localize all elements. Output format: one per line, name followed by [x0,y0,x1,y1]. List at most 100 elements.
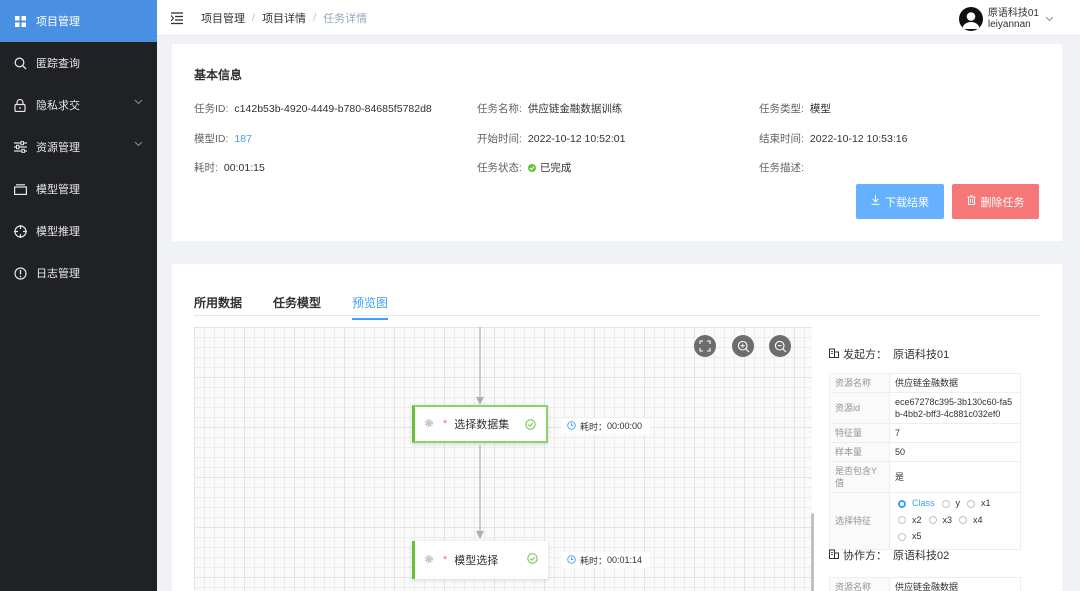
user-menu[interactable]: 原语科技01 leiyannan [958,7,1054,31]
task-name-field: 任务名称: 供应链金融数据训练 [477,101,622,116]
sidebar-item-project-management[interactable]: 项目管理 [0,0,157,42]
flow-node-select-dataset[interactable]: * 选择数据集 [412,405,548,443]
collaborator-resource-table: 资源名称 供应链金融数据 [829,577,1021,591]
top-header: 项目管理 / 项目详情 / 任务详情 原语科技01 leiyannan [157,0,1080,36]
initiator-resource-table: 资源名称 供应链金融数据 资源id ece67278c395-3b130c60-fa… [829,373,1021,550]
clock-icon [567,554,576,566]
radio-label: x1 [981,498,991,508]
sliders-icon [13,140,27,154]
sidebar-item-private-intersection[interactable]: 隐私求交 [0,84,157,126]
feature-radio-class[interactable]: Class [898,496,935,511]
zoom-out-button[interactable] [769,335,791,357]
status-label: 任务状态: [477,162,522,174]
zoom-in-button[interactable] [732,335,754,357]
tab-used-data[interactable]: 所用数据 [194,294,242,320]
model-id-field: 模型ID: 187 [194,131,252,146]
zoom-out-icon [774,340,786,352]
grid-icon [13,14,27,28]
timer-value: 00:00:00 [607,421,643,431]
sidebar-item-label: 隐私求交 [36,100,80,112]
task-type-value: 模型 [809,103,831,115]
model-id-label: 模型ID: [194,133,229,145]
table-row: 是否包含Y值是 [829,461,1021,493]
canvas-scrollbar[interactable] [811,513,814,591]
sidebar-item-resource-management[interactable]: 资源管理 [0,126,157,168]
lock-icon [13,98,27,112]
feature-radio-x1[interactable]: x1 [967,496,991,511]
task-id-value: c142b53b-4920-4449-b780-84685f5782d8 [234,103,432,115]
sidebar-item-model-management[interactable]: 模型管理 [0,168,157,210]
chevron-down-icon [1045,16,1054,22]
node-label: 选择数据集 [454,419,510,431]
radio-icon [898,532,906,541]
description-field: 任务描述: [759,160,804,175]
duration-value: 00:01:15 [223,162,265,174]
search-icon [13,56,27,70]
feature-radio-x4[interactable]: x4 [959,513,983,528]
section-title: 基本信息 [194,68,243,82]
table-key: 选择特征 [829,492,890,550]
status-field: 任务状态: 已完成 [477,160,571,175]
radio-icon [928,516,937,524]
task-name-label: 任务名称: [477,103,522,115]
sidebar-item-hidden-query[interactable]: 匿踪查询 [0,42,157,84]
download-label: 下载结果 [885,196,929,209]
required-mark: * [443,418,448,430]
collaborator-label: 协作方： [843,550,887,562]
fullscreen-button[interactable] [694,335,716,357]
delete-task-button[interactable]: 删除任务 [952,184,1039,219]
end-time-label: 结束时间: [759,133,804,145]
user-org: 原语科技01 [987,8,1039,19]
table-key: 特征量 [829,423,890,443]
tab-task-model[interactable]: 任务模型 [273,294,321,320]
fullscreen-icon [699,340,711,352]
trash-icon [967,195,976,208]
sidebar-item-label: 资源管理 [36,142,80,154]
radio-label: x3 [942,514,953,525]
sidebar: 项目管理 匿踪查询 隐私求交 资源管理 模型管理 模型推理 日志管理 [0,0,157,591]
breadcrumb-item[interactable]: 项目管理 [201,10,245,26]
radio-icon [967,499,976,508]
start-time-label: 开始时间: [477,133,522,145]
start-time-value: 2022-10-12 10:52:01 [527,133,626,145]
user-name: leiyannan [987,19,1031,30]
flow-node-model-select[interactable]: * 模型选择 [412,541,548,579]
flow-canvas[interactable]: * 选择数据集 耗时： 00:00:00 * 模型选择 耗时： 00:01:14 [194,327,812,591]
duration-field: 耗时: 00:01:15 [194,160,265,175]
radio-label: Class [912,498,935,508]
feature-radio-x2[interactable]: x2 [898,513,922,528]
task-name-value: 供应链金融数据训练 [527,103,623,115]
timer-label: 耗时： [580,421,608,432]
radio-label: y [955,498,961,508]
table-key: 样本量 [829,442,890,462]
building-icon [829,549,839,562]
feature-radio-x5[interactable]: x5 [898,529,922,544]
sidebar-item-label: 模型推理 [36,226,80,238]
breadcrumb-item[interactable]: 项目详情 [262,10,306,26]
sidebar-item-log-management[interactable]: 日志管理 [0,252,157,294]
check-circle-icon [527,164,536,172]
sidebar-item-model-inference[interactable]: 模型推理 [0,210,157,252]
status-value: 已完成 [539,162,572,174]
initiator-name: 原语科技01 [893,349,950,361]
description-label: 任务描述: [759,162,804,174]
model-id-link[interactable]: 187 [234,133,252,145]
feature-radio-x3[interactable]: x3 [928,513,953,528]
feature-radio-y[interactable]: y [941,496,961,511]
collaborator-heading: 协作方： 原语科技02 [829,547,949,563]
zoom-in-icon [737,340,749,352]
sidebar-item-label: 项目管理 [36,16,80,28]
task-detail-card: 所用数据 任务模型 预览图 * 选择数据集 耗时： 00:00:00 * 模型选… [172,264,1062,591]
initiator-heading: 发起方： 原语科技01 [829,346,949,362]
tab-preview[interactable]: 预览图 [352,294,389,320]
menu-fold-icon[interactable] [170,11,184,25]
end-time-value: 2022-10-12 10:53:16 [809,133,908,145]
download-result-button[interactable]: 下载结果 [856,184,944,219]
basic-info-card: 基本信息 任务ID: c142b53b-4920-4449-b780-84685f… [172,44,1062,241]
table-row: 选择特征 Class y x1 x2 x3 x4 x5 [829,492,1021,550]
task-id-field: 任务ID: c142b53b-4920-4449-b780-84685f5782d… [194,101,432,116]
user-info: 原语科技01 leiyannan [988,8,1039,30]
table-value: 50 [889,442,1021,462]
node-timer: 耗时： 00:00:00 [561,418,651,434]
breadcrumb: 项目管理 / 项目详情 / 任务详情 [201,10,367,26]
